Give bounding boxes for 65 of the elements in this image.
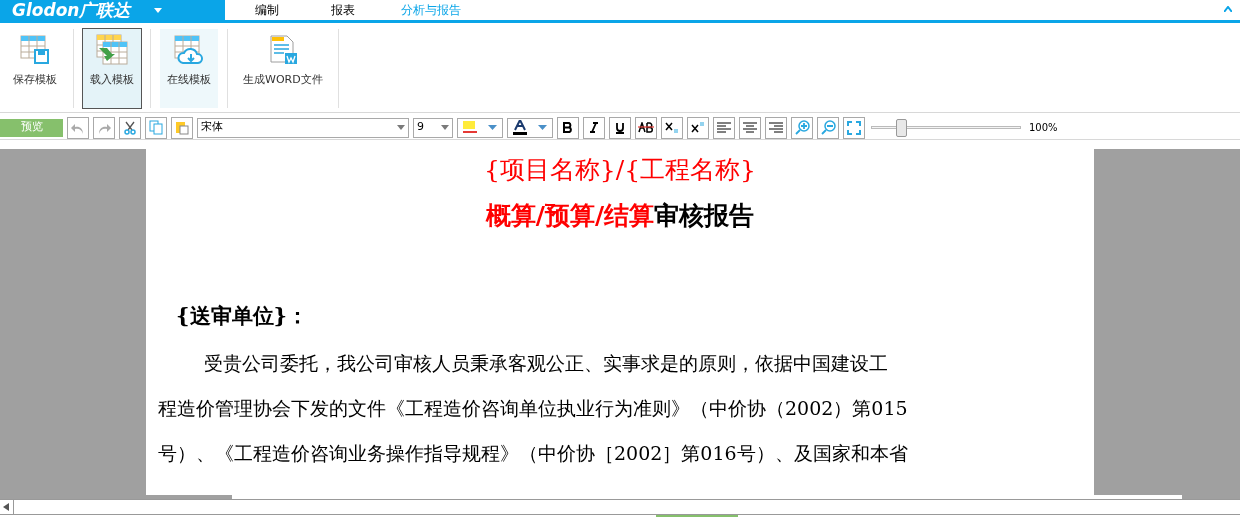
redo-icon	[97, 121, 111, 134]
superscript-icon	[691, 122, 705, 133]
zoom-in-button[interactable]	[791, 116, 813, 139]
zoom-out-button[interactable]	[817, 116, 839, 139]
ribbon-tab[interactable]: 编制	[229, 0, 305, 20]
undo-button[interactable]	[67, 116, 89, 139]
align-right-icon	[769, 122, 783, 133]
zoom-reading: 100%	[1029, 121, 1058, 135]
collapse-icon[interactable]	[1224, 6, 1232, 12]
horizontal-scrollbar[interactable]	[0, 499, 1240, 515]
font-color-button[interactable]	[507, 117, 553, 138]
caret-icon	[154, 7, 163, 13]
italic-button[interactable]	[583, 116, 605, 139]
paste-button[interactable]	[171, 116, 193, 139]
font-color-icon	[513, 120, 528, 135]
subscript-button[interactable]	[661, 116, 683, 139]
underline-icon	[615, 121, 625, 134]
table-import-icon	[96, 34, 128, 66]
table-cloud-icon	[173, 34, 205, 66]
paste-icon	[175, 120, 189, 135]
cut-button[interactable]	[119, 116, 141, 139]
table-save-icon	[19, 34, 51, 66]
ribbon-button[interactable]: 在线模板	[160, 29, 218, 108]
strikethrough-button[interactable]	[635, 116, 657, 139]
splitter-handle[interactable]	[656, 515, 738, 517]
font-select[interactable]: 宋体	[197, 117, 409, 138]
subscript-icon	[665, 122, 679, 133]
zoom-in-icon	[794, 120, 810, 135]
align-left-icon	[717, 122, 731, 133]
caret-icon	[397, 125, 405, 130]
ribbon-button[interactable]: 生成WORD文件	[237, 29, 329, 108]
ribbon-tab[interactable]: 报表	[305, 0, 381, 20]
caret-icon	[537, 125, 547, 130]
scroll-left-icon[interactable]	[3, 503, 9, 511]
highlight-icon	[462, 120, 479, 135]
fit-screen-button[interactable]	[843, 116, 865, 139]
align-center-button[interactable]	[739, 116, 761, 139]
fullscreen-icon	[847, 120, 861, 135]
zoom-out-icon	[820, 120, 836, 135]
body-text-line: 受贵公司委托，我公司审核人员秉承客观公正、实事求是的原则，依据中国建设工	[203, 351, 889, 376]
ribbon-button[interactable]: 保存模板	[6, 29, 64, 108]
bold-button[interactable]	[557, 116, 579, 139]
highlight-button[interactable]	[457, 117, 503, 138]
document-title: {项目名称}/{工程名称}	[482, 154, 757, 186]
document-subtitle: 概算/预算/结算审核报告	[484, 200, 756, 232]
scissors-icon	[123, 120, 137, 135]
copy-icon	[149, 120, 163, 135]
scrollbar-thumb[interactable]	[0, 495, 232, 499]
ribbon-button[interactable]: 载入模板	[83, 29, 141, 108]
caret-icon	[488, 125, 498, 130]
align-right-button[interactable]	[765, 116, 787, 139]
document-heading: {送审单位}：	[176, 302, 309, 330]
bold-icon	[563, 122, 573, 133]
align-center-icon	[743, 122, 757, 133]
superscript-button[interactable]	[687, 116, 709, 139]
body-text-line: 号）、《工程造价咨询业务操作指导规程》（中价协［2002］第016号）、及国家和本省	[158, 441, 909, 466]
zoom-slider-thumb[interactable]	[896, 118, 907, 137]
italic-icon	[589, 122, 599, 133]
font-size-select[interactable]: 9	[413, 117, 453, 138]
strikethrough-icon	[638, 122, 654, 133]
underline-button[interactable]	[609, 116, 631, 139]
body-text-line: 程造价管理协会下发的文件《工程造价咨询单位执业行为准则》（中价协（2002）第015	[158, 396, 909, 421]
align-left-button[interactable]	[713, 116, 735, 139]
caret-icon	[441, 125, 449, 130]
logo-text: Glodon广联达	[12, 1, 131, 19]
